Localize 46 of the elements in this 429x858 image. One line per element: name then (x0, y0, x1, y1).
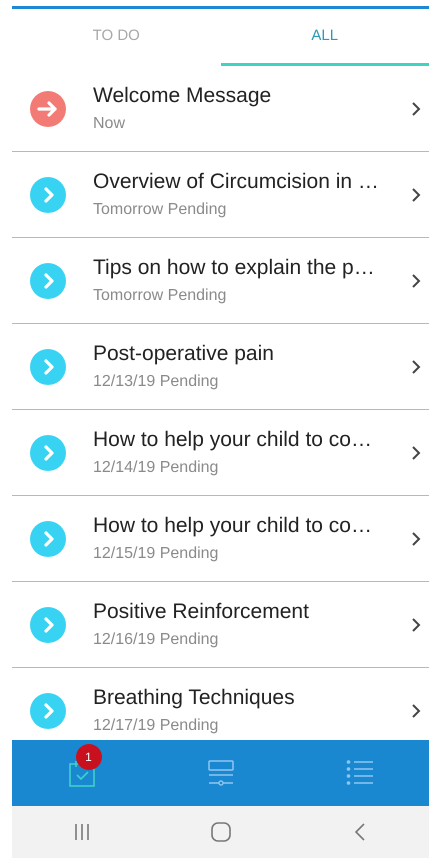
chevron-right-icon (411, 702, 421, 718)
back-icon[interactable] (354, 822, 366, 842)
notification-badge: 1 (76, 744, 102, 770)
item-title: Overview of Circumcision in … (93, 168, 380, 194)
chevron-right-icon (411, 616, 421, 632)
item-title: How to help your child to co… (93, 512, 373, 538)
item-subtitle: Tomorrow Pending (93, 286, 228, 306)
list-item[interactable]: Positive Reinforcement 12/16/19 Pending (12, 582, 429, 668)
list-item[interactable]: How to help your child to co… 12/15/19 Pending (12, 496, 429, 582)
list-item[interactable]: Overview of Circumcision in … Tomorrow Pending (12, 152, 429, 238)
chevron-right-icon (411, 358, 421, 374)
item-title: Post-operative pain (93, 340, 275, 366)
chevron-right-icon (30, 692, 66, 728)
item-title: Positive Reinforcement (93, 598, 310, 624)
chevron-right-icon (411, 100, 421, 116)
item-subtitle: Tomorrow Pending (93, 200, 228, 220)
item-subtitle: 12/15/19 Pending (93, 544, 220, 564)
item-subtitle: 12/13/19 Pending (93, 372, 220, 392)
list-icon (346, 760, 374, 786)
item-title: Tips on how to explain the p… (93, 254, 376, 280)
chevron-right-icon (30, 176, 66, 212)
item-subtitle: Now (93, 114, 126, 134)
chevron-right-icon (30, 520, 66, 556)
arrow-right-icon (30, 90, 66, 126)
chevron-right-icon (411, 272, 421, 288)
chevron-right-icon (30, 348, 66, 384)
item-subtitle: 12/17/19 Pending (93, 716, 220, 736)
timeline-icon (206, 759, 234, 787)
chevron-right-icon (411, 186, 421, 202)
chevron-right-icon (30, 434, 66, 470)
item-subtitle: 12/14/19 Pending (93, 458, 220, 478)
chevron-right-icon (411, 530, 421, 546)
chevron-right-icon (411, 444, 421, 460)
item-subtitle: 12/16/19 Pending (93, 630, 220, 650)
item-title: Welcome Message (93, 82, 272, 108)
list-item[interactable]: Tips on how to explain the p… Tomorrow Pending (12, 238, 429, 324)
nav-tab[interactable]: 1 (12, 740, 151, 806)
chevron-right-icon (30, 262, 66, 298)
recent-apps-icon[interactable] (74, 823, 90, 841)
item-title: Breathing Techniques (93, 684, 296, 710)
list-item[interactable]: Welcome Message Now (12, 66, 429, 152)
chevron-right-icon (30, 606, 66, 642)
item-title: How to help your child to co… (93, 426, 373, 452)
home-icon[interactable] (210, 822, 230, 842)
list-item[interactable]: Post-operative pain 12/13/19 Pending (12, 324, 429, 410)
list-item[interactable]: How to help your child to co… 12/14/19 Pending (12, 410, 429, 496)
